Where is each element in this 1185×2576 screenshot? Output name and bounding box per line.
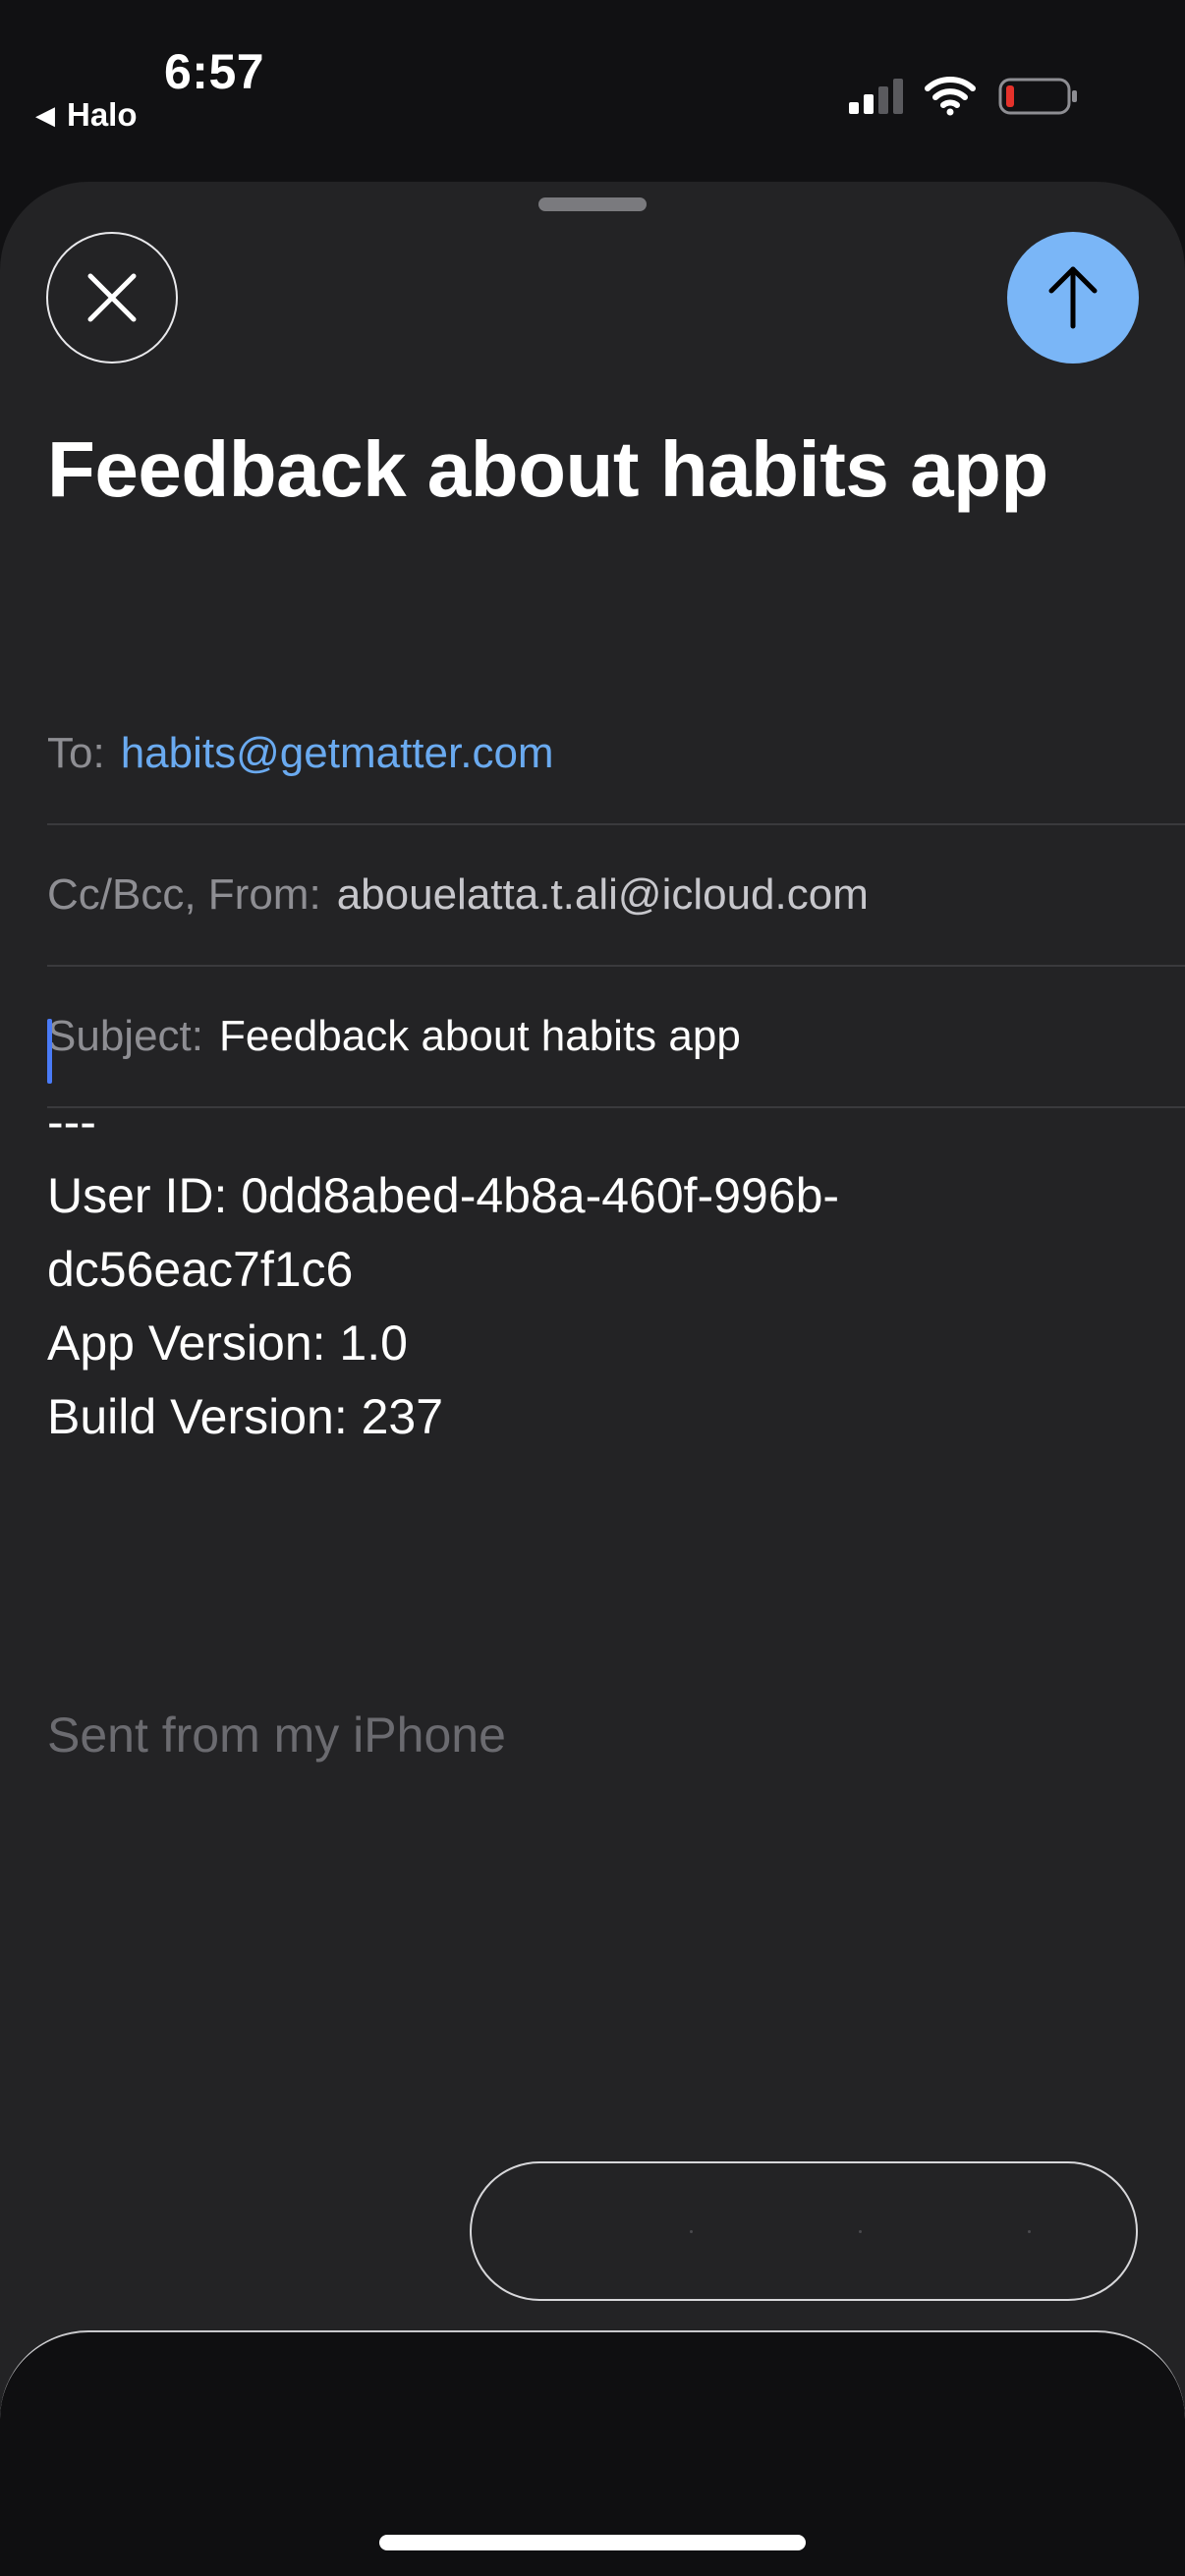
sheet-grabber[interactable] bbox=[538, 197, 647, 211]
subject-input[interactable]: Feedback about habits app bbox=[219, 1012, 741, 1061]
email-signature: Sent from my iPhone bbox=[47, 1708, 506, 1763]
wifi-icon bbox=[925, 77, 976, 116]
text-cursor bbox=[47, 1019, 52, 1084]
status-time: 6:57 bbox=[164, 44, 265, 99]
subject-label: Subject: bbox=[47, 1012, 203, 1060]
cc-bcc-from-field[interactable]: Cc/Bcc, From: abouelatta.t.ali@icloud.co… bbox=[47, 825, 1185, 967]
send-button[interactable] bbox=[1007, 232, 1139, 364]
message-body[interactable]: --- User ID: 0dd8abed-4b8a-460f-996b- dc… bbox=[47, 1086, 839, 1454]
signal-icon bbox=[849, 79, 903, 114]
home-indicator[interactable] bbox=[379, 2535, 806, 2550]
compose-title: Feedback about habits app bbox=[47, 425, 1048, 513]
back-to-app-link[interactable]: ◀ Halo bbox=[35, 96, 138, 134]
body-build-version: Build Version: 237 bbox=[47, 1389, 444, 1444]
to-recipient[interactable]: habits@getmatter.com bbox=[121, 729, 554, 778]
toolbar-dot bbox=[690, 2230, 693, 2233]
toolbar-dot bbox=[1028, 2230, 1031, 2233]
to-field[interactable]: To: habits@getmatter.com bbox=[47, 684, 1185, 825]
toolbar-dot bbox=[859, 2230, 862, 2233]
from-address[interactable]: abouelatta.t.ali@icloud.com bbox=[337, 870, 869, 920]
body-user-id-line-1: User ID: 0dd8abed-4b8a-460f-996b- bbox=[47, 1168, 840, 1223]
body-app-version: App Version: 1.0 bbox=[47, 1316, 408, 1371]
format-toolbar-pill[interactable] bbox=[470, 2161, 1138, 2301]
close-button[interactable] bbox=[46, 232, 178, 364]
status-bar: 6:57 ◀ Halo bbox=[0, 0, 1185, 182]
cc-bcc-from-label: Cc/Bcc, From: bbox=[47, 870, 321, 919]
arrow-up-icon bbox=[1048, 266, 1098, 329]
back-app-label: Halo bbox=[67, 96, 138, 133]
back-triangle-icon: ◀ bbox=[35, 99, 55, 130]
body-user-id-line-2: dc56eac7f1c6 bbox=[47, 1242, 354, 1297]
to-label: To: bbox=[47, 729, 105, 777]
battery-icon bbox=[998, 78, 1077, 115]
body-separator: --- bbox=[47, 1094, 96, 1149]
close-icon bbox=[87, 273, 137, 322]
